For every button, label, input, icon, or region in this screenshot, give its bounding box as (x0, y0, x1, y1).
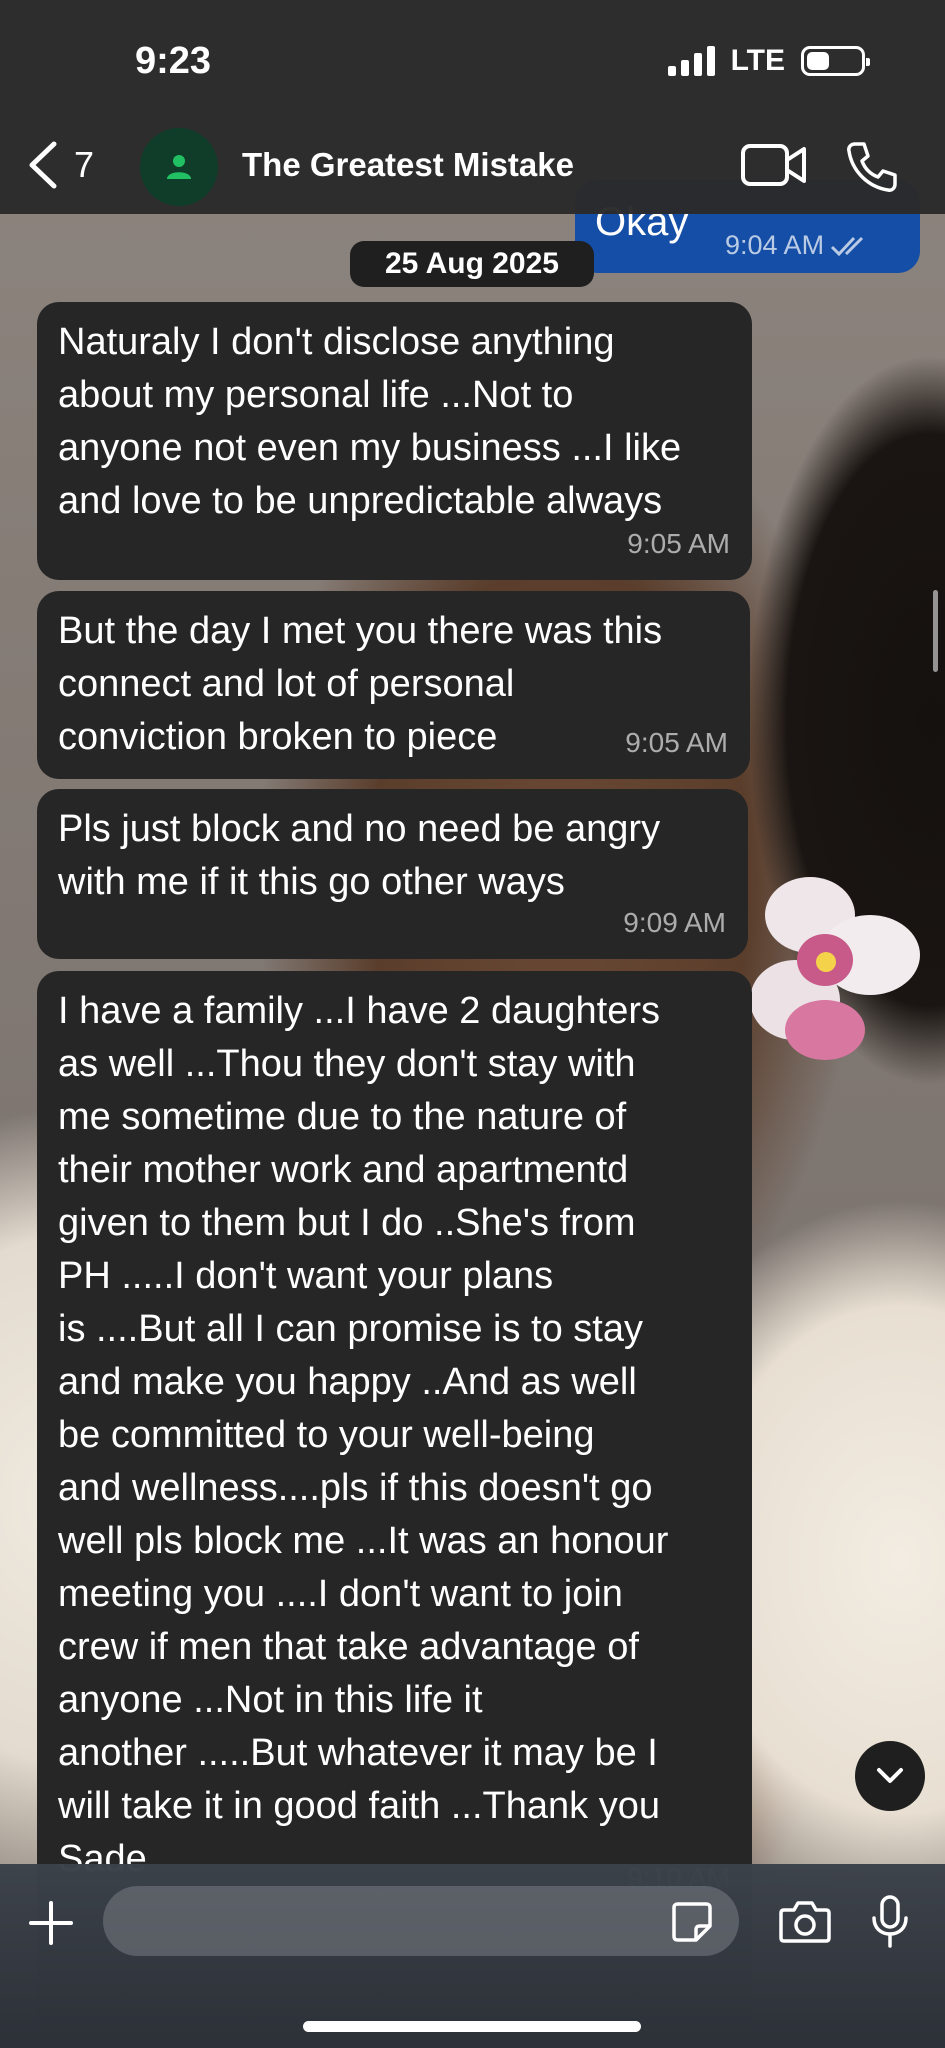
scroll-to-bottom-button[interactable] (855, 1741, 925, 1811)
scrollbar-thumb[interactable] (933, 590, 938, 672)
message-composer (0, 1864, 945, 2048)
chevron-left-icon (29, 141, 57, 189)
message-line: is ....But all I can promise is to stay (58, 1308, 643, 1350)
message-line: as well ...Thou they don't stay with (58, 1043, 636, 1085)
message-line: about my personal life ...Not to (58, 374, 574, 416)
video-camera-icon (741, 144, 806, 186)
status-time: 9:23 (135, 40, 212, 82)
message-line: and wellness....pls if this doesn't go (58, 1467, 653, 1509)
message-time: 9:09 AM (623, 907, 726, 938)
sticker-icon[interactable] (670, 1900, 714, 1944)
microphone-icon[interactable] (870, 1894, 910, 1950)
chevron-down-icon (877, 1768, 903, 1783)
message-line: another .....But whatever it may be I (58, 1732, 658, 1774)
received-message-bubble[interactable]: Pls just block and no need be angry with… (37, 789, 748, 959)
message-line: connect and lot of personal (58, 663, 515, 705)
phone-icon (847, 142, 897, 192)
message-time: 9:05 AM (627, 528, 730, 559)
video-call-button[interactable] (740, 140, 808, 195)
message-line: But the day I met you there was this (58, 610, 663, 652)
orchid-flower-image (750, 877, 920, 1060)
double-check-icon (831, 236, 864, 256)
message-time: 9:04 AM (725, 230, 872, 261)
message-line: Naturaly I don't disclose anything (58, 321, 615, 363)
message-line: I have a family ...I have 2 daughters (58, 990, 661, 1032)
voice-call-button[interactable] (845, 140, 899, 199)
chat-header: 9:23 LTE 7 The Greatest Mistake (0, 0, 945, 214)
avatar[interactable] (140, 128, 218, 206)
signal-strength-icon (667, 46, 715, 76)
message-line: crew if men that take advantage of (58, 1626, 639, 1668)
chat-title[interactable]: The Greatest Mistake (242, 146, 574, 184)
message-line: be committed to your well-being (58, 1414, 595, 1456)
message-line: their mother work and apartmentd (58, 1149, 629, 1191)
plus-icon[interactable] (28, 1900, 74, 1946)
person-icon (167, 155, 191, 179)
status-indicators: LTE (667, 44, 870, 78)
home-indicator[interactable] (303, 2021, 641, 2032)
message-line: given to them but I do ..She's from (58, 1202, 636, 1244)
network-type: LTE (730, 44, 785, 77)
battery-icon (801, 46, 870, 76)
message-line: and make you happy ..And as well (58, 1361, 637, 1403)
message-time: 9:05 AM (625, 727, 728, 758)
camera-icon[interactable] (778, 1898, 832, 1944)
received-message-bubble[interactable]: But the day I met you there was this con… (37, 591, 750, 779)
message-line: PH .....I don't want your plans (58, 1255, 554, 1297)
message-line: me sometime due to the nature of (58, 1096, 627, 1138)
date-divider: 25 Aug 2025 (350, 241, 594, 287)
message-line: will take it in good faith ...Thank you (58, 1785, 660, 1827)
message-input[interactable] (103, 1886, 739, 1956)
message-line: anyone ...Not in this life it (58, 1679, 483, 1721)
unread-count: 7 (74, 144, 95, 185)
back-button[interactable]: 7 (24, 140, 94, 190)
message-line: anyone not even my business ...I like (58, 427, 682, 469)
message-line: Pls just block and no need be angry (58, 808, 661, 850)
message-line: well pls block me ...It was an honour (58, 1520, 669, 1562)
received-message-bubble[interactable]: Naturaly I don't disclose anything about… (37, 302, 752, 580)
message-line: meeting you ....I don't want to join (58, 1573, 623, 1615)
